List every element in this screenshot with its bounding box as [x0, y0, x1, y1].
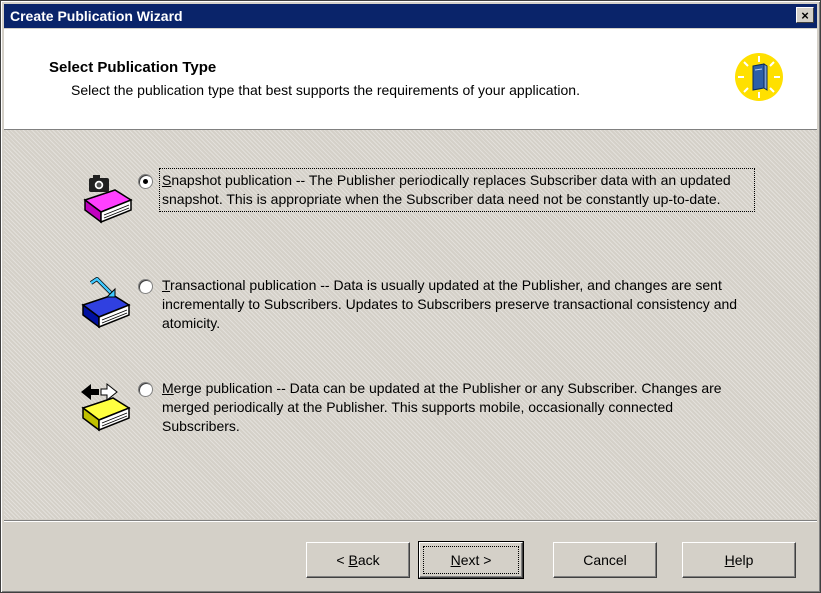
wizard-window: Create Publication Wizard × Select Publi…: [0, 0, 821, 593]
back-arrow: <: [336, 552, 349, 568]
help-label: elp: [734, 552, 754, 568]
option-snapshot[interactable]: Snapshot publication -- The Publisher pe…: [4, 168, 817, 248]
snapshot-accel: S: [162, 172, 172, 188]
transactional-description: ransactional publication -- Data is usua…: [162, 277, 738, 331]
window-title: Create Publication Wizard: [10, 8, 183, 24]
title-bar[interactable]: Create Publication Wizard ×: [4, 4, 817, 28]
transactional-accel: T: [162, 277, 171, 293]
snapshot-book-icon: [83, 175, 133, 224]
merge-description: erge publication -- Data can be updated …: [162, 380, 722, 434]
cancel-label: Cancel: [583, 552, 627, 568]
options-panel: Snapshot publication -- The Publisher pe…: [4, 130, 817, 519]
transactional-radio[interactable]: [139, 280, 152, 293]
wizard-header: Select Publication Type Select the publi…: [4, 29, 817, 130]
close-icon: ×: [801, 8, 809, 23]
close-button[interactable]: ×: [796, 7, 814, 23]
merge-accel: M: [162, 380, 174, 396]
merge-label[interactable]: Merge publication -- Data can be updated…: [162, 379, 752, 436]
cancel-button[interactable]: Cancel: [553, 542, 657, 578]
merge-book-icon: [81, 382, 131, 432]
help-button[interactable]: Help: [682, 542, 796, 578]
back-label: ack: [357, 552, 380, 568]
back-accel: B: [348, 552, 358, 568]
page-title: Select Publication Type: [49, 59, 217, 76]
transactional-book-icon: [81, 277, 131, 329]
publication-book-icon: [735, 53, 783, 101]
radio-selected-dot: [143, 179, 148, 184]
focus-rectangle: [423, 546, 519, 574]
option-transactional[interactable]: Transactional publication -- Data is usu…: [4, 273, 817, 353]
page-subtitle: Select the publication type that best su…: [71, 82, 580, 98]
snapshot-description: napshot publication -- The Publisher per…: [162, 172, 731, 207]
snapshot-radio[interactable]: [139, 175, 152, 188]
snapshot-label[interactable]: Snapshot publication -- The Publisher pe…: [159, 168, 755, 212]
next-button[interactable]: Next >: [418, 541, 524, 579]
help-accel: H: [724, 552, 735, 568]
option-merge[interactable]: Merge publication -- Data can be updated…: [4, 376, 817, 456]
merge-radio[interactable]: [139, 383, 152, 396]
transactional-label[interactable]: Transactional publication -- Data is usu…: [162, 276, 752, 333]
button-separator: [4, 520, 817, 522]
back-button[interactable]: < Back: [306, 542, 410, 578]
